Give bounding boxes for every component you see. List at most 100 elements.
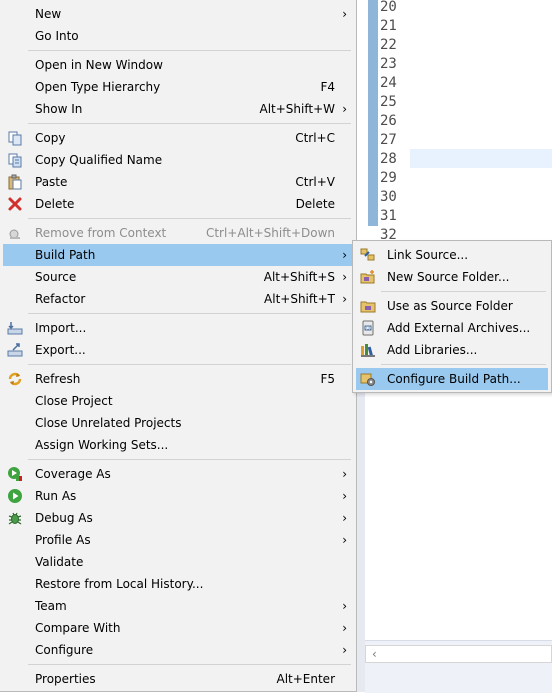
- debug-icon: [8, 512, 22, 525]
- shortcut: Ctrl+C: [295, 131, 335, 145]
- submenu-item-new-source-folder[interactable]: New Source Folder...: [356, 266, 548, 288]
- chevron-right-icon: ›: [342, 643, 347, 657]
- line-number: 24: [380, 75, 397, 91]
- build-path-submenu: Link Source... New Source Folder... Use …: [352, 240, 552, 393]
- menu-item-build-path[interactable]: Build Path ›: [3, 244, 353, 266]
- menu-separator: [28, 459, 351, 460]
- source-folder-icon: [360, 301, 376, 313]
- refresh-icon: [8, 372, 22, 386]
- new-source-folder-icon: [360, 270, 375, 284]
- shortcut: Ctrl+V: [295, 175, 335, 189]
- link-source-icon: [360, 248, 375, 261]
- chevron-right-icon: ›: [342, 489, 347, 503]
- menu-item-remove-from-context: Remove from Context Ctrl+Alt+Shift+Down: [3, 222, 353, 244]
- menu-item-export[interactable]: Export...: [3, 339, 353, 361]
- coverage-icon: [8, 467, 22, 481]
- menu-separator: [28, 123, 351, 124]
- line-number: 29: [380, 170, 397, 186]
- menu-item-paste[interactable]: Paste Ctrl+V: [3, 171, 353, 193]
- import-icon: [7, 322, 23, 335]
- chevron-right-icon: ›: [342, 270, 347, 284]
- menu-separator: [28, 313, 351, 314]
- current-line-highlight: [410, 149, 552, 168]
- shortcut: Alt+Shift+S: [263, 270, 335, 284]
- line-number: 26: [380, 113, 397, 129]
- shortcut: Delete: [295, 197, 335, 211]
- submenu-item-configure-build-path[interactable]: Configure Build Path...: [356, 368, 548, 390]
- line-number: 23: [380, 56, 397, 72]
- menu-separator: [381, 364, 546, 365]
- line-number: 22: [380, 37, 397, 53]
- line-number: 27: [380, 132, 397, 148]
- chevron-right-icon: ›: [342, 599, 347, 613]
- archive-icon: 010: [362, 320, 374, 336]
- menu-item-refresh[interactable]: Refresh F5: [3, 368, 353, 390]
- menu-item-copy[interactable]: Copy Ctrl+C: [3, 127, 353, 149]
- menu-item-go-into[interactable]: Go Into: [3, 25, 353, 47]
- menu-item-close-unrelated-projects[interactable]: Close Unrelated Projects: [3, 412, 353, 434]
- menu-item-assign-working-sets[interactable]: Assign Working Sets...: [3, 434, 353, 456]
- submenu-item-add-external-archives[interactable]: 010 Add External Archives...: [356, 317, 548, 339]
- menu-item-import[interactable]: Import...: [3, 317, 353, 339]
- menu-item-team[interactable]: Team ›: [3, 595, 353, 617]
- remove-context-icon: [9, 229, 20, 239]
- menu-separator: [28, 364, 351, 365]
- menu-item-compare-with[interactable]: Compare With ›: [3, 617, 353, 639]
- library-icon: [361, 344, 375, 357]
- line-number: 30: [380, 189, 397, 205]
- menu-item-show-in[interactable]: Show In Alt+Shift+W ›: [3, 98, 353, 120]
- paste-icon: [8, 174, 22, 190]
- menu-item-close-project[interactable]: Close Project: [3, 390, 353, 412]
- configure-build-path-icon: [360, 373, 375, 386]
- menu-item-properties[interactable]: Properties Alt+Enter: [3, 668, 353, 690]
- chevron-right-icon: ›: [342, 533, 347, 547]
- menu-item-delete[interactable]: Delete Delete: [3, 193, 353, 215]
- menu-item-refactor[interactable]: Refactor Alt+Shift+T ›: [3, 288, 353, 310]
- menu-item-copy-qualified-name[interactable]: Copy Qualified Name: [3, 149, 353, 171]
- shortcut: F5: [320, 372, 335, 386]
- shortcut: Ctrl+Alt+Shift+Down: [205, 226, 335, 240]
- menu-item-configure[interactable]: Configure ›: [3, 639, 353, 661]
- editor-ruler: [368, 0, 378, 226]
- menu-item-debug-as[interactable]: Debug As ›: [3, 507, 353, 529]
- export-icon: [7, 343, 23, 357]
- menu-separator: [28, 218, 351, 219]
- menu-item-profile-as[interactable]: Profile As ›: [3, 529, 353, 551]
- menu-item-validate[interactable]: Validate: [3, 551, 353, 573]
- chevron-right-icon: ›: [342, 467, 347, 481]
- horizontal-scrollbar[interactable]: ‹: [365, 645, 552, 663]
- scroll-left-icon[interactable]: ‹: [372, 647, 377, 661]
- chevron-right-icon: ›: [342, 7, 347, 21]
- chevron-right-icon: ›: [342, 102, 347, 116]
- menu-item-run-as[interactable]: Run As ›: [3, 485, 353, 507]
- shortcut: Alt+Shift+T: [264, 292, 335, 306]
- chevron-right-icon: ›: [342, 248, 347, 262]
- line-number: 31: [380, 208, 397, 224]
- shortcut: F4: [320, 80, 335, 94]
- shortcut: Alt+Enter: [276, 672, 335, 686]
- line-number: 28: [380, 151, 397, 167]
- svg-text:010: 010: [364, 326, 372, 331]
- run-icon: [8, 489, 22, 503]
- menu-item-coverage-as[interactable]: Coverage As ›: [3, 463, 353, 485]
- copy-qualified-icon: [8, 153, 22, 168]
- copy-icon: [8, 131, 22, 146]
- shortcut: Alt+Shift+W: [259, 102, 336, 116]
- menu-separator: [381, 291, 546, 292]
- submenu-item-use-as-source-folder[interactable]: Use as Source Folder: [356, 295, 548, 317]
- submenu-item-link-source[interactable]: Link Source...: [356, 244, 548, 266]
- menu-item-open-type-hierarchy[interactable]: Open Type Hierarchy F4: [3, 76, 353, 98]
- menu-separator: [28, 664, 351, 665]
- menu-separator: [28, 50, 351, 51]
- menu-item-open-in-new-window[interactable]: Open in New Window: [3, 54, 353, 76]
- submenu-item-add-libraries[interactable]: Add Libraries...: [356, 339, 548, 361]
- context-menu: New › Go Into Open in New Window Open Ty…: [0, 0, 357, 692]
- chevron-right-icon: ›: [342, 511, 347, 525]
- chevron-right-icon: ›: [342, 621, 347, 635]
- menu-item-restore-from-local-history[interactable]: Restore from Local History...: [3, 573, 353, 595]
- chevron-right-icon: ›: [342, 292, 347, 306]
- menu-item-new[interactable]: New ›: [3, 3, 353, 25]
- line-number: 21: [380, 18, 397, 34]
- menu-item-source[interactable]: Source Alt+Shift+S ›: [3, 266, 353, 288]
- line-number: 20: [380, 0, 397, 15]
